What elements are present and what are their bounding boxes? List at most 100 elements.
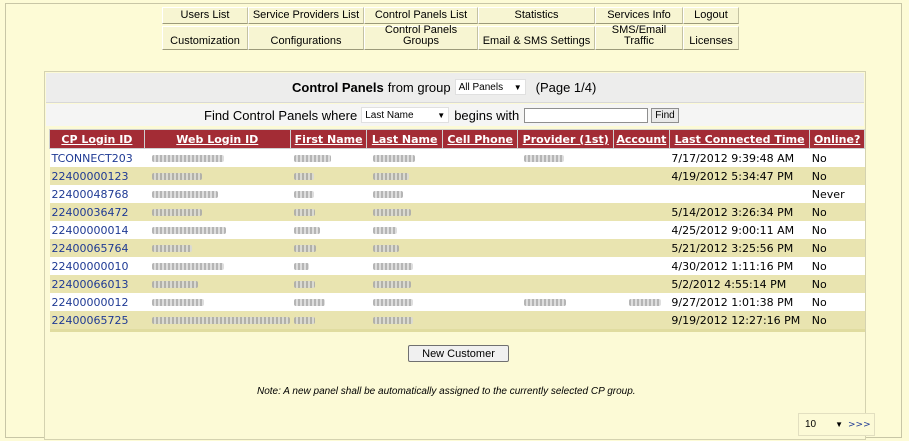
cp-login-id-link[interactable]: 22400000012 — [52, 296, 129, 309]
cell-web-login-id — [144, 275, 291, 293]
cell-online: No — [809, 203, 865, 221]
redacted-value — [152, 245, 193, 252]
nav-logout[interactable]: Logout — [683, 7, 739, 24]
nav-control-panels-list[interactable]: Control Panels List — [364, 7, 478, 24]
cell-first-name — [290, 148, 367, 167]
group-select[interactable]: All Panels ▼ — [454, 79, 526, 95]
col-header-web-login-id[interactable]: Web Login ID — [143, 129, 291, 149]
col-header-last-connected[interactable]: Last Connected Time — [668, 129, 811, 149]
redacted-value — [372, 227, 397, 234]
col-header-provider[interactable]: Provider (1st) — [517, 129, 614, 149]
cp-login-id-link[interactable]: 22400065725 — [52, 314, 129, 327]
new-customer-button[interactable]: New Customer — [408, 345, 509, 362]
table-header-row: CP Login ID Web Login ID First Name Last… — [49, 129, 865, 149]
col-header-cell-phone[interactable]: Cell Phone — [441, 129, 519, 149]
cell-cp-login-id[interactable]: 22400000012 — [49, 293, 145, 311]
cp-login-id-link[interactable]: 22400000014 — [52, 224, 129, 237]
nav-statistics[interactable]: Statistics — [478, 7, 595, 24]
cp-login-id-link[interactable]: 22400036472 — [52, 206, 129, 219]
col-header-account[interactable]: Account — [612, 129, 670, 149]
cell-provider — [517, 293, 614, 311]
nav-sms-email-traffic[interactable]: SMS/Email Traffic — [595, 25, 683, 50]
cell-cp-login-id[interactable]: 22400048768 — [49, 185, 145, 203]
control-panels-table: CP Login ID Web Login ID First Name Last… — [49, 129, 865, 332]
cell-cp-login-id[interactable]: 22400065764 — [49, 239, 145, 257]
cell-first-name — [290, 293, 367, 311]
cell-cp-login-id[interactable]: 22400000010 — [49, 257, 145, 275]
cell-last-name — [366, 148, 443, 167]
cp-login-id-link[interactable]: 22400048768 — [52, 188, 129, 201]
cell-web-login-id — [144, 221, 291, 239]
table-row[interactable]: TCONNECT203 7/17/2012 9:39:48 AM No — [49, 148, 865, 167]
cell-first-name — [290, 311, 367, 332]
cell-cp-login-id[interactable]: TCONNECT203 — [49, 148, 145, 167]
nav-licenses[interactable]: Licenses — [683, 26, 739, 50]
redacted-value — [629, 299, 662, 306]
cell-last-connected: 9/27/2012 1:01:38 PM — [669, 293, 810, 311]
redacted-value — [152, 227, 227, 234]
cell-first-name — [290, 203, 367, 221]
cp-login-id-link[interactable]: 22400000010 — [52, 260, 129, 273]
cell-cp-login-id[interactable]: 22400000014 — [49, 221, 145, 239]
cell-account — [613, 239, 670, 257]
redacted-value — [294, 245, 317, 252]
redacted-value — [523, 155, 564, 162]
redacted-value — [294, 299, 326, 306]
cell-online: No — [809, 275, 865, 293]
nav-control-panels-groups[interactable]: Control Panels Groups — [364, 25, 478, 50]
cp-login-id-link[interactable]: 22400000123 — [52, 170, 129, 183]
cell-provider — [517, 185, 614, 203]
col-header-online[interactable]: Online? — [809, 129, 865, 149]
table-row[interactable]: 22400048768 Never — [49, 185, 865, 203]
cell-cp-login-id[interactable]: 22400000123 — [49, 167, 145, 185]
table-row[interactable]: 22400066013 5/2/2012 4:55:14 PM No — [49, 275, 865, 293]
page-size-value: 10 — [805, 419, 817, 430]
nav-service-providers-list[interactable]: Service Providers List — [248, 7, 364, 24]
redacted-value — [294, 191, 315, 198]
chevron-down-icon: ▼ — [835, 420, 843, 429]
cell-cp-login-id[interactable]: 22400036472 — [49, 203, 145, 221]
table-row[interactable]: 22400000014 4/25/2012 9:00:11 AM No — [49, 221, 865, 239]
col-header-cp-login-id[interactable]: CP Login ID — [49, 129, 145, 149]
nav-email-sms-settings[interactable]: Email & SMS Settings — [478, 26, 595, 50]
find-bar: Find Control Panels where Last Name ▼ be… — [46, 104, 864, 126]
cp-login-id-link[interactable]: 22400066013 — [52, 278, 129, 291]
page-size-select[interactable]: 10 ▼ — [802, 416, 846, 433]
table-row[interactable]: 22400000012 9/27/2012 1:01:38 PM No — [49, 293, 865, 311]
find-button[interactable]: Find — [651, 107, 679, 123]
table-row[interactable]: 22400036472 5/14/2012 3:26:34 PM No — [49, 203, 865, 221]
redacted-value — [152, 263, 225, 270]
redacted-value — [294, 317, 316, 324]
find-field-select[interactable]: Last Name ▼ — [361, 107, 450, 123]
cell-account — [613, 257, 670, 275]
cell-last-name — [366, 257, 443, 275]
cell-online: No — [809, 239, 865, 257]
col-header-last-name[interactable]: Last Name — [366, 129, 443, 149]
cp-login-id-link[interactable]: 22400065764 — [52, 242, 129, 255]
cell-last-name — [366, 203, 443, 221]
redacted-value — [372, 281, 411, 288]
col-header-first-name[interactable]: First Name — [289, 129, 368, 149]
redacted-value — [152, 281, 199, 288]
cell-account — [613, 148, 670, 167]
table-row[interactable]: 22400000123 4/19/2012 5:34:47 PM No — [49, 167, 865, 185]
next-page-link[interactable]: >>> — [848, 420, 871, 430]
chevron-down-icon: ▼ — [513, 82, 522, 92]
cell-online: No — [809, 311, 865, 332]
cell-cp-login-id[interactable]: 22400066013 — [49, 275, 145, 293]
redacted-value — [294, 227, 321, 234]
nav-services-info[interactable]: Services Info — [595, 7, 683, 24]
nav-configurations[interactable]: Configurations — [248, 26, 364, 50]
cell-account — [613, 275, 670, 293]
cell-account — [613, 203, 670, 221]
nav-users-list[interactable]: Users List — [162, 7, 248, 24]
cp-login-id-link[interactable]: TCONNECT203 — [52, 152, 133, 165]
nav-customization[interactable]: Customization — [162, 26, 248, 50]
cell-online: No — [809, 167, 865, 185]
table-row[interactable]: 22400065764 5/21/2012 3:25:56 PM No — [49, 239, 865, 257]
table-row[interactable]: 22400065725 9/19/2012 12:27:16 PM No — [49, 311, 865, 332]
search-input[interactable] — [524, 107, 649, 123]
table-row[interactable]: 22400000010 4/30/2012 1:11:16 PM No — [49, 257, 865, 275]
cell-cp-login-id[interactable]: 22400065725 — [49, 311, 145, 332]
cell-cell-phone — [442, 257, 518, 275]
